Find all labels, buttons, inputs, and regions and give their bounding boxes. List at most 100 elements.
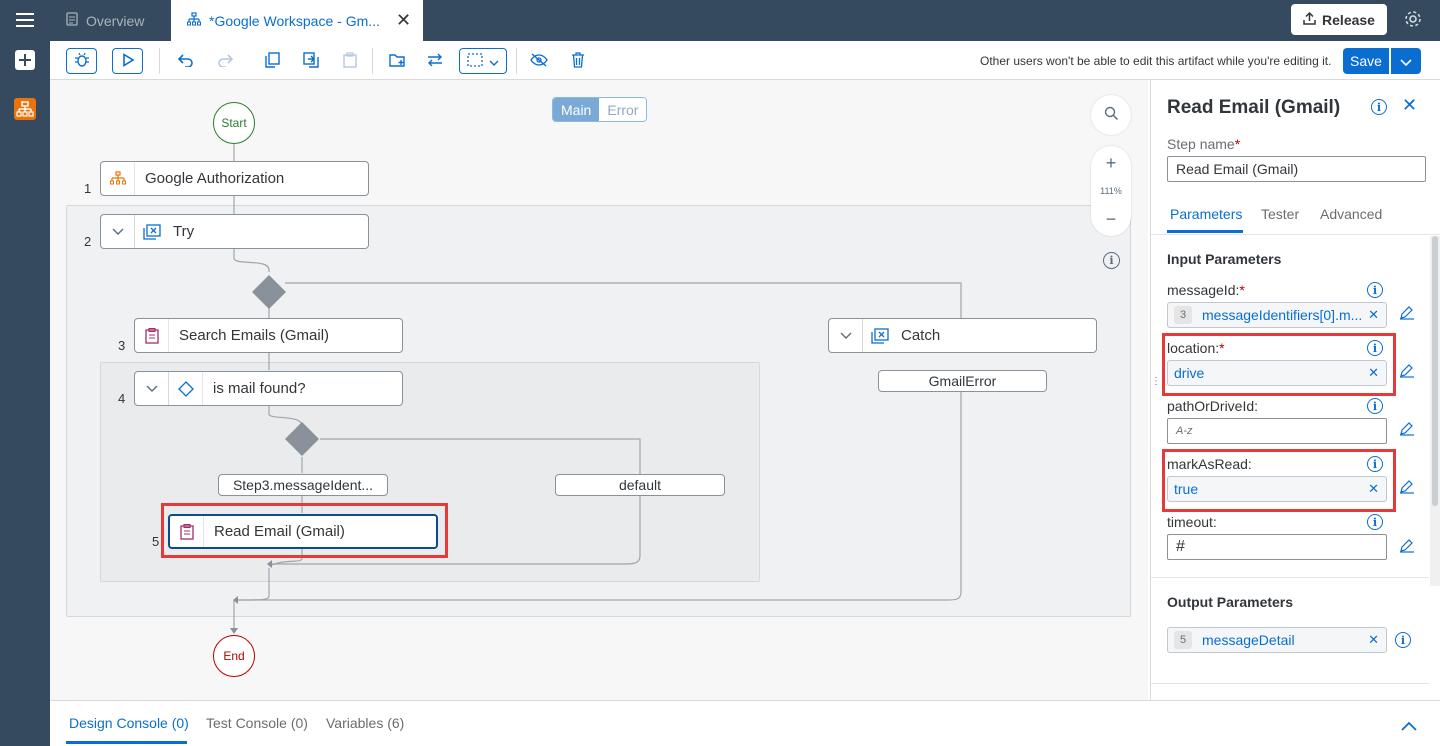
edit-icon[interactable]: [1399, 422, 1415, 439]
clipboard-icon: [170, 516, 204, 547]
gear-icon[interactable]: [1403, 9, 1425, 31]
paste-button[interactable]: [338, 48, 362, 74]
delete-button[interactable]: [566, 48, 590, 74]
process-icon: [187, 12, 201, 29]
clear-icon[interactable]: ✕: [1368, 307, 1379, 323]
swap-button[interactable]: [423, 48, 447, 74]
debug-button[interactable]: [66, 48, 97, 74]
step-google-authorization[interactable]: Google Authorization: [100, 161, 369, 196]
search-button[interactable]: [1091, 95, 1131, 135]
message-id-token[interactable]: 3 messageIdentifiers[0].m... ✕: [1167, 302, 1387, 328]
clear-icon[interactable]: ✕: [1368, 632, 1379, 648]
tab-parameters[interactable]: Parameters: [1170, 206, 1242, 222]
step-label: Catch: [901, 327, 941, 344]
mark-as-read-token[interactable]: true ✕: [1167, 476, 1387, 502]
output-parameters-heading: Output Parameters: [1167, 594, 1294, 610]
step-number: 4: [118, 391, 126, 406]
branch-default-pill[interactable]: default: [555, 474, 725, 496]
clear-icon[interactable]: ✕: [1368, 481, 1379, 497]
output-token[interactable]: 5 messageDetail ✕: [1167, 627, 1387, 653]
info-icon[interactable]: i: [1367, 398, 1383, 414]
save-options-button[interactable]: [1391, 48, 1421, 74]
scrollbar[interactable]: [1430, 236, 1440, 586]
info-icon[interactable]: i: [1367, 456, 1383, 472]
step-catch[interactable]: Catch: [828, 318, 1097, 353]
step-ref-badge: 5: [1174, 631, 1192, 649]
eye-off-icon: [530, 52, 548, 70]
segmented-control: Main Error: [552, 97, 648, 122]
close-icon[interactable]: ✕: [1402, 95, 1417, 116]
zoom-level[interactable]: 111%: [1100, 186, 1122, 196]
swap-icon: [427, 53, 443, 70]
edit-icon[interactable]: [1399, 306, 1415, 323]
undo-button[interactable]: [174, 48, 198, 74]
duplicate-icon: [303, 51, 319, 71]
save-button[interactable]: Save: [1343, 48, 1389, 74]
chevron-down-icon: [1400, 53, 1412, 69]
process-icon[interactable]: [0, 97, 50, 121]
step-ref-badge: 3: [1174, 306, 1192, 324]
gmail-error-pill[interactable]: GmailError: [878, 370, 1047, 392]
location-label: location:*: [1167, 340, 1225, 356]
add-step-button[interactable]: [385, 48, 409, 74]
step-try[interactable]: Try: [100, 214, 369, 249]
step-label: Google Authorization: [145, 170, 285, 187]
chevron-down-icon[interactable]: [101, 215, 135, 248]
properties-panel: ⋮ Read Email (Gmail) i ✕ Step name* Read…: [1150, 80, 1440, 700]
message-id-value: messageIdentifiers[0].m...: [1202, 307, 1362, 323]
segment-error[interactable]: Error: [599, 98, 647, 121]
chevron-down-icon: [489, 53, 499, 69]
tab-workflow[interactable]: *Google Workspace - Gm... ✕: [171, 0, 423, 41]
info-icon[interactable]: i: [1395, 632, 1411, 648]
chevron-down-icon[interactable]: [135, 372, 169, 405]
hide-button[interactable]: [527, 48, 551, 74]
copy-button[interactable]: [260, 48, 284, 74]
add-icon[interactable]: [0, 49, 50, 71]
edit-icon[interactable]: [1399, 364, 1415, 381]
edit-icon[interactable]: [1399, 480, 1415, 497]
info-icon[interactable]: i: [1371, 99, 1387, 115]
timeout-input[interactable]: #: [1167, 534, 1387, 560]
location-value: drive: [1174, 365, 1205, 381]
step-name-input[interactable]: Read Email (Gmail): [1167, 156, 1426, 182]
step-label: Try: [173, 223, 195, 240]
zoom-out-icon[interactable]: −: [1106, 210, 1117, 228]
start-node[interactable]: Start: [213, 102, 255, 144]
edit-icon[interactable]: [1399, 539, 1415, 556]
step-condition[interactable]: is mail found?: [134, 371, 403, 406]
selection-mode-select[interactable]: [459, 48, 507, 74]
search-icon: [1104, 106, 1119, 124]
location-token[interactable]: drive ✕: [1167, 360, 1387, 386]
tab-tester[interactable]: Tester: [1261, 206, 1299, 222]
tab-overview[interactable]: Overview: [66, 0, 144, 41]
info-icon[interactable]: i: [1103, 252, 1120, 269]
timeout-label: timeout:: [1167, 514, 1217, 530]
cut-button[interactable]: [299, 48, 323, 74]
zoom-in-icon[interactable]: +: [1106, 154, 1117, 172]
release-button[interactable]: Release: [1291, 4, 1387, 35]
tab-design-console[interactable]: Design Console (0): [69, 715, 189, 731]
redo-button[interactable]: [213, 48, 237, 74]
chevron-down-icon[interactable]: [829, 319, 863, 352]
branch-condition-pill[interactable]: Step3.messageIdent...: [218, 474, 388, 496]
menu-icon[interactable]: [0, 9, 50, 31]
segment-main[interactable]: Main: [553, 98, 600, 121]
chevron-up-icon[interactable]: [1401, 718, 1417, 734]
info-icon[interactable]: i: [1367, 340, 1383, 356]
step-read-email[interactable]: Read Email (Gmail): [168, 514, 438, 549]
path-input[interactable]: A-z: [1167, 418, 1387, 444]
workflow-canvas[interactable]: Main Error Start End 1 Google Authorizat…: [50, 80, 1148, 700]
tab-advanced[interactable]: Advanced: [1320, 206, 1382, 222]
tab-variables[interactable]: Variables (6): [326, 715, 404, 731]
run-button[interactable]: [112, 48, 143, 74]
info-icon[interactable]: i: [1367, 282, 1383, 298]
info-icon[interactable]: i: [1367, 514, 1383, 530]
step-search-emails[interactable]: Search Emails (Gmail): [134, 318, 403, 353]
bottom-panel: Design Console (0) Test Console (0) Vari…: [50, 700, 1440, 746]
end-node[interactable]: End: [213, 635, 255, 677]
resize-handle[interactable]: ⋮: [1151, 377, 1161, 392]
path-label: pathOrDriveId:: [1167, 398, 1259, 414]
clear-icon[interactable]: ✕: [1368, 365, 1379, 381]
tab-test-console[interactable]: Test Console (0): [206, 715, 308, 731]
close-icon[interactable]: ✕: [396, 10, 411, 31]
